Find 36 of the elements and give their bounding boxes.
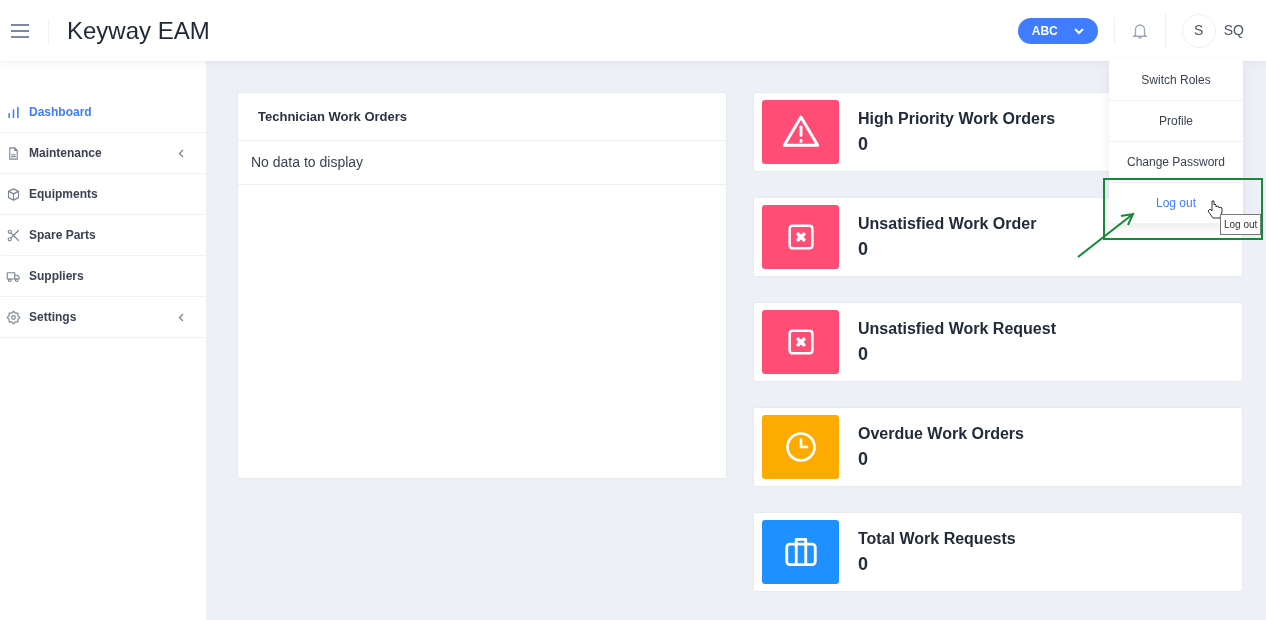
menu-item[interactable]: Change Password xyxy=(1109,142,1243,183)
card-title: Technician Work Orders xyxy=(258,107,408,126)
menu-item[interactable]: Profile xyxy=(1109,101,1243,142)
sidebar-item[interactable]: Spare Parts xyxy=(0,215,206,256)
stat-title: Unsatisfied Work Order xyxy=(858,213,1037,234)
sidebar-item[interactable]: Settings xyxy=(0,297,206,338)
sidebar-item[interactable]: Maintenance xyxy=(0,133,206,174)
sidebar-item[interactable]: Suppliers xyxy=(0,256,206,297)
stat-title: Overdue Work Orders xyxy=(858,423,1024,444)
stat-value: 0 xyxy=(858,447,869,471)
bar-chart-icon xyxy=(6,104,21,120)
notification-bell-icon[interactable] xyxy=(1130,21,1149,40)
stat-value: 0 xyxy=(858,132,869,156)
gear-icon xyxy=(6,309,21,325)
stat-value: 0 xyxy=(858,237,869,261)
scissors-icon xyxy=(6,227,21,243)
app-title: Keyway EAM xyxy=(67,15,210,46)
pointer-cursor-icon xyxy=(1207,200,1223,220)
stat-value: 0 xyxy=(858,552,869,576)
stat-value: 0 xyxy=(858,342,869,366)
user-name[interactable]: SQ xyxy=(1223,20,1244,41)
document-icon xyxy=(6,145,21,161)
sidebar-item[interactable]: Dashboard xyxy=(0,92,206,133)
menu-item[interactable]: Switch Roles xyxy=(1109,60,1243,101)
annotation-arrow xyxy=(1076,211,1136,259)
stat-title: Total Work Requests xyxy=(858,528,1016,549)
chevron-down-icon xyxy=(1073,26,1084,35)
stat-title: High Priority Work Orders xyxy=(858,108,1056,129)
tooltip: Log out xyxy=(1220,214,1262,235)
stat-title: Unsatisfied Work Request xyxy=(858,318,1056,339)
empty-message: No data to display xyxy=(251,153,364,172)
organization-dropdown[interactable]: ABC xyxy=(1017,17,1098,44)
chevron-left-icon xyxy=(178,312,184,322)
chevron-left-icon xyxy=(178,148,184,158)
cube-icon xyxy=(6,186,21,202)
sidebar-item[interactable]: Equipments xyxy=(0,174,206,215)
